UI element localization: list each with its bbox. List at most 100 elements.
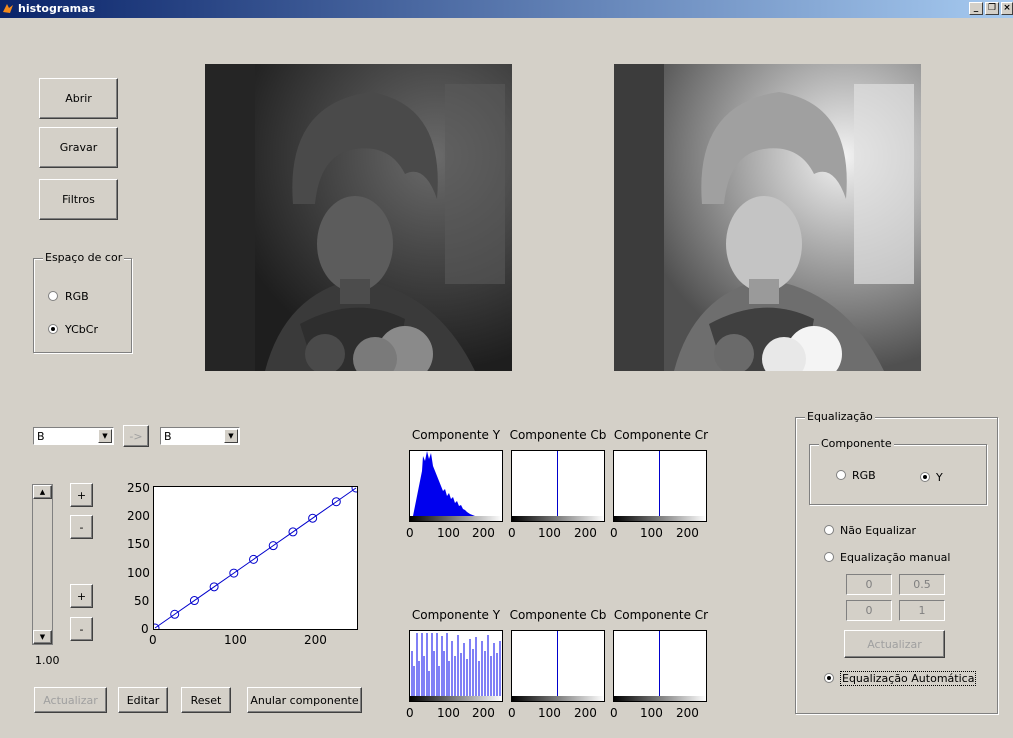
equalized-image bbox=[614, 64, 921, 371]
hist-title-y-original: Componente Y bbox=[411, 428, 501, 442]
radio-manual-equalize[interactable] bbox=[824, 552, 834, 562]
hist-xtick: 200 bbox=[676, 706, 699, 720]
hist-xtick: 100 bbox=[437, 526, 460, 540]
gray-ramp bbox=[410, 696, 502, 701]
edit-button[interactable]: Editar bbox=[118, 687, 168, 713]
reset-button[interactable]: Reset bbox=[181, 687, 231, 713]
equalized-portrait bbox=[614, 64, 921, 371]
hist-xtick: 0 bbox=[406, 706, 414, 720]
hist-xtick: 200 bbox=[472, 706, 495, 720]
equalization-label: Equalização bbox=[805, 410, 875, 423]
gray-ramp bbox=[512, 516, 604, 521]
manual-update-button[interactable]: Actualizar bbox=[844, 630, 945, 658]
hist-xtick: 200 bbox=[472, 526, 495, 540]
hist-y-equalized bbox=[409, 630, 503, 702]
ytick-label: 100 bbox=[127, 566, 150, 580]
open-button[interactable]: Abrir bbox=[39, 78, 118, 119]
hist-xtick: 100 bbox=[437, 706, 460, 720]
hist-cb-equalized bbox=[511, 630, 605, 702]
scroll-up-button[interactable]: ▲ bbox=[33, 485, 52, 499]
hist-xtick: 0 bbox=[610, 526, 618, 540]
gain-slider[interactable]: ▲ ▼ bbox=[32, 484, 53, 645]
hist-xtick: 0 bbox=[508, 706, 516, 720]
hist-cr-equalized bbox=[613, 630, 707, 702]
radio-eq-rgb[interactable] bbox=[836, 470, 846, 480]
plus-button-2[interactable]: + bbox=[70, 584, 93, 608]
hist-y-original bbox=[409, 450, 503, 522]
restore-button[interactable]: ❐ bbox=[985, 2, 999, 15]
xtick-label: 200 bbox=[304, 633, 327, 647]
manual-field-3[interactable]: 0 bbox=[846, 600, 892, 621]
filters-button[interactable]: Filtros bbox=[39, 179, 118, 220]
save-button[interactable]: Gravar bbox=[39, 127, 118, 168]
radio-ycbcr[interactable] bbox=[48, 324, 58, 334]
copy-arrow-button[interactable]: -> bbox=[123, 425, 149, 447]
radio-manual-equalize-label: Equalização manual bbox=[840, 551, 951, 564]
radio-eq-y[interactable] bbox=[920, 472, 930, 482]
hist-xtick: 0 bbox=[508, 526, 516, 540]
gray-ramp bbox=[410, 516, 502, 521]
manual-field-4[interactable]: 1 bbox=[899, 600, 945, 621]
hist-cr-original bbox=[613, 450, 707, 522]
chevron-down-icon[interactable]: ▼ bbox=[224, 429, 238, 443]
hist-xtick: 100 bbox=[538, 706, 561, 720]
color-space-group bbox=[33, 258, 132, 353]
color-space-label: Espaço de cor bbox=[43, 251, 125, 264]
radio-rgb[interactable] bbox=[48, 291, 58, 301]
ytick-label: 50 bbox=[134, 594, 150, 608]
chevron-down-icon[interactable]: ▼ bbox=[98, 429, 112, 443]
minimize-button[interactable]: _ bbox=[969, 2, 983, 15]
minus-button-2[interactable]: - bbox=[70, 617, 93, 641]
source-channel-select[interactable]: B ▼ bbox=[33, 427, 114, 445]
target-channel-select[interactable]: B ▼ bbox=[160, 427, 240, 445]
title-bar: histogramas _ ❐ × bbox=[0, 0, 1013, 18]
close-button[interactable]: × bbox=[1001, 2, 1013, 15]
hist-xtick: 100 bbox=[538, 526, 561, 540]
radio-auto-equalize[interactable] bbox=[824, 673, 834, 683]
plus-button-1[interactable]: + bbox=[70, 483, 93, 507]
hist-xtick: 100 bbox=[640, 526, 663, 540]
radio-eq-rgb-label: RGB bbox=[852, 469, 876, 482]
radio-no-equalize-label: Não Equalizar bbox=[840, 524, 916, 537]
minus-button-1[interactable]: - bbox=[70, 515, 93, 539]
radio-auto-equalize-label: Equalização Automática bbox=[840, 671, 977, 686]
slider-value: 1.00 bbox=[35, 654, 60, 667]
hist-xtick: 200 bbox=[676, 526, 699, 540]
component-label: Componente bbox=[819, 437, 894, 450]
original-image bbox=[205, 64, 512, 371]
radio-rgb-label: RGB bbox=[65, 290, 89, 303]
manual-field-1[interactable]: 0 bbox=[846, 574, 892, 595]
ytick-label: 250 bbox=[127, 481, 150, 495]
hist-xtick: 0 bbox=[406, 526, 414, 540]
hist-title-cr-original: Componente Cr bbox=[613, 428, 709, 442]
update-button[interactable]: Actualizar bbox=[34, 687, 107, 713]
radio-no-equalize[interactable] bbox=[824, 525, 834, 535]
transfer-curve-plot bbox=[153, 486, 358, 630]
source-channel-value: B bbox=[37, 430, 45, 443]
window-title: histogramas bbox=[18, 2, 96, 15]
hist-cb-original bbox=[511, 450, 605, 522]
hist-xtick: 200 bbox=[574, 706, 597, 720]
slider-thumb[interactable] bbox=[33, 499, 52, 630]
xtick-label: 100 bbox=[224, 633, 247, 647]
hist-xtick: 0 bbox=[610, 706, 618, 720]
original-portrait bbox=[205, 64, 512, 371]
radio-eq-y-label: Y bbox=[936, 471, 943, 484]
cancel-component-button[interactable]: Anular componente bbox=[247, 687, 362, 713]
scroll-down-button[interactable]: ▼ bbox=[33, 630, 52, 644]
ytick-label: 0 bbox=[141, 622, 149, 636]
hist-y-equalized-bars bbox=[411, 633, 501, 701]
curve-line bbox=[154, 487, 357, 629]
radio-ycbcr-label: YCbCr bbox=[65, 323, 98, 336]
transfer-curve-svg bbox=[154, 487, 357, 629]
matlab-icon bbox=[3, 4, 13, 13]
hist-xtick: 200 bbox=[574, 526, 597, 540]
hist-title-cb-original: Componente Cb bbox=[509, 428, 607, 442]
hist-xtick: 100 bbox=[640, 706, 663, 720]
manual-field-2[interactable]: 0.5 bbox=[899, 574, 945, 595]
hist-title-y-equalized: Componente Y bbox=[411, 608, 501, 622]
hist-title-cr-equalized: Componente Cr bbox=[613, 608, 709, 622]
ytick-label: 150 bbox=[127, 537, 150, 551]
xtick-label: 0 bbox=[149, 633, 157, 647]
target-channel-value: B bbox=[164, 430, 172, 443]
